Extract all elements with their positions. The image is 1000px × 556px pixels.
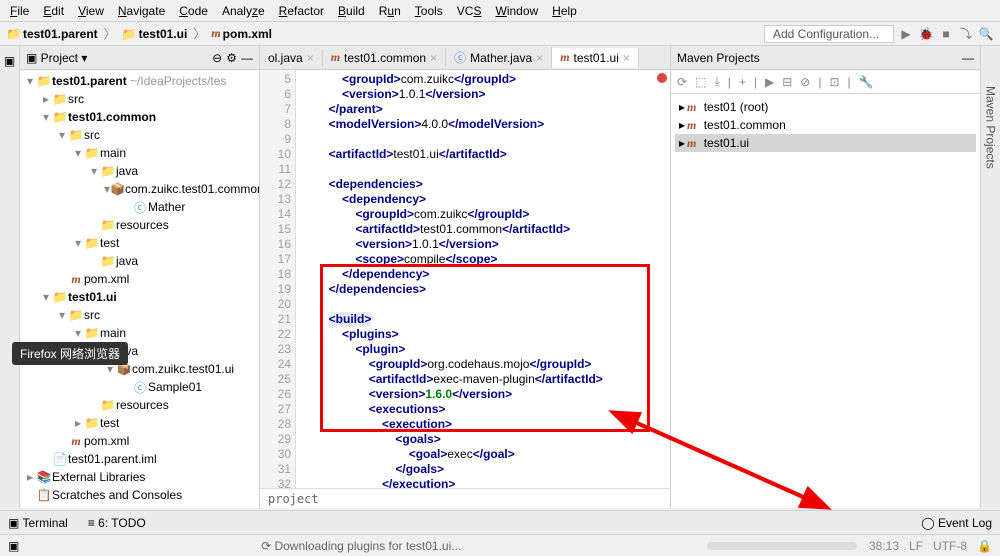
stop-icon[interactable]: ■ xyxy=(938,26,954,42)
tab-4-active[interactable]: mtest01.ui× xyxy=(552,48,639,68)
maven-tree[interactable]: ▸m test01 (root) ▸m test01.common ▸m tes… xyxy=(671,94,980,508)
menu-refactor[interactable]: Refactor xyxy=(273,2,330,20)
hide-icon[interactable]: — xyxy=(962,51,974,65)
editor-area: ol.java× mtest01.common× ⓒMather.java× m… xyxy=(260,46,670,508)
menu-analyze[interactable]: Analyze xyxy=(216,2,271,20)
navigation-bar: 📁 test01.parent 〉 📁 test01.ui 〉 m pom.xm… xyxy=(0,22,1000,46)
add-icon[interactable]: + xyxy=(739,75,746,89)
status-message: ⟳ Downloading plugins for test01.ui... xyxy=(31,539,691,553)
gear-icon[interactable]: ⚙ xyxy=(226,51,237,65)
project-tree[interactable]: ▾📁test01.parent ~/IdeaProjects/tes ▸📁src… xyxy=(20,70,259,508)
run-icon[interactable]: ▶ xyxy=(765,75,774,89)
maven-panel: Maven Projects — ⟳ ⬚ ⤓ | + | ▶ ⊟ ⊘ | ⊡ |… xyxy=(670,46,980,508)
menu-view[interactable]: View xyxy=(72,2,110,20)
toggle-skip-icon[interactable]: ⊘ xyxy=(800,75,810,89)
project-stripe-icon[interactable]: ▣ xyxy=(4,54,15,68)
settings-icon[interactable]: 🔧 xyxy=(859,75,874,89)
code-editor[interactable]: 5678910111213141516171819202122232425262… xyxy=(260,70,670,488)
right-tool-stripe: Maven Projects xyxy=(980,46,1000,508)
editor-breadcrumb[interactable]: project xyxy=(260,488,670,508)
project-header: ▣ Project ▾ ⊖ ⚙ — xyxy=(20,46,259,70)
project-panel: ▣ Project ▾ ⊖ ⚙ — ▾📁test01.parent ~/Idea… xyxy=(20,46,260,508)
reimport-icon[interactable]: ⟳ xyxy=(677,75,687,89)
maven-title: Maven Projects xyxy=(677,51,958,65)
menu-vcs[interactable]: VCS xyxy=(451,2,488,20)
menu-window[interactable]: Window xyxy=(489,2,544,20)
hide-icon[interactable]: — xyxy=(241,51,253,65)
run-icon[interactable]: ▶ xyxy=(898,26,914,42)
project-view-combo[interactable]: ▣ Project ▾ xyxy=(26,51,87,65)
breadcrumb: 📁 test01.parent 〉 📁 test01.ui 〉 m pom.xm… xyxy=(6,25,760,42)
menu-edit[interactable]: Edit xyxy=(37,2,70,20)
error-stripe-mark[interactable] xyxy=(657,73,667,83)
menu-build[interactable]: Build xyxy=(332,2,371,20)
event-log-button[interactable]: ◯ Event Log xyxy=(921,516,992,530)
menu-help[interactable]: Help xyxy=(546,2,583,20)
execute-icon[interactable]: ⊟ xyxy=(782,75,792,89)
status-icon[interactable]: ▣ xyxy=(8,539,19,553)
collapse-icon[interactable]: ⊖ xyxy=(212,51,222,65)
menu-tools[interactable]: Tools xyxy=(409,2,449,20)
code-body[interactable]: <groupId>com.zuikc</groupId> <version>1.… xyxy=(296,70,670,488)
taskbar-tooltip: Firefox 网络浏览器 xyxy=(12,342,128,365)
left-tool-stripe: ▣ xyxy=(0,46,20,508)
bc-file[interactable]: m pom.xml xyxy=(211,26,272,41)
bottom-tool-stripe: ▣ Terminal ≡ 6: TODO ◯ Event Log xyxy=(0,510,1000,534)
debug-icon[interactable]: 🐞 xyxy=(918,26,934,42)
menu-file[interactable]: File xyxy=(4,2,35,20)
maven-header: Maven Projects — xyxy=(671,46,980,70)
line-gutter: 5678910111213141516171819202122232425262… xyxy=(260,70,296,488)
search-icon[interactable]: 🔍 xyxy=(978,26,994,42)
encoding[interactable]: UTF-8 xyxy=(933,539,967,553)
bc-root[interactable]: 📁 test01.parent xyxy=(6,27,98,41)
todo-button[interactable]: ≡ 6: TODO xyxy=(88,516,146,530)
progress-bar xyxy=(707,542,857,550)
collapse-icon[interactable]: ⊡ xyxy=(829,75,839,89)
menu-bar: File Edit View Navigate Code Analyze Ref… xyxy=(0,0,1000,22)
generate-icon[interactable]: ⬚ xyxy=(695,75,706,89)
maven-toolbar: ⟳ ⬚ ⤓ | + | ▶ ⊟ ⊘ | ⊡ | 🔧 xyxy=(671,70,980,94)
line-sep[interactable]: LF xyxy=(909,539,923,553)
tab-3[interactable]: ⓒMather.java× xyxy=(446,47,552,68)
menu-code[interactable]: Code xyxy=(173,2,214,20)
editor-tabs: ol.java× mtest01.common× ⓒMather.java× m… xyxy=(260,46,670,70)
bc-module[interactable]: 📁 test01.ui xyxy=(122,27,188,41)
terminal-button[interactable]: ▣ Terminal xyxy=(8,516,68,530)
menu-run[interactable]: Run xyxy=(373,2,407,20)
vcs-icon[interactable]: ⤵ xyxy=(958,26,974,42)
tab-2[interactable]: mtest01.common× xyxy=(323,48,446,67)
caret-pos[interactable]: 38:13 xyxy=(869,539,899,553)
download-icon[interactable]: ⤓ xyxy=(714,74,719,89)
menu-navigate[interactable]: Navigate xyxy=(112,2,171,20)
lock-icon[interactable]: 🔒 xyxy=(977,539,992,553)
run-config-select[interactable]: Add Configuration... xyxy=(764,25,894,43)
status-bar: ▣ ⟳ Downloading plugins for test01.ui...… xyxy=(0,534,1000,556)
maven-stripe-button[interactable]: Maven Projects xyxy=(984,86,998,169)
tab-1[interactable]: ol.java× xyxy=(260,49,323,67)
